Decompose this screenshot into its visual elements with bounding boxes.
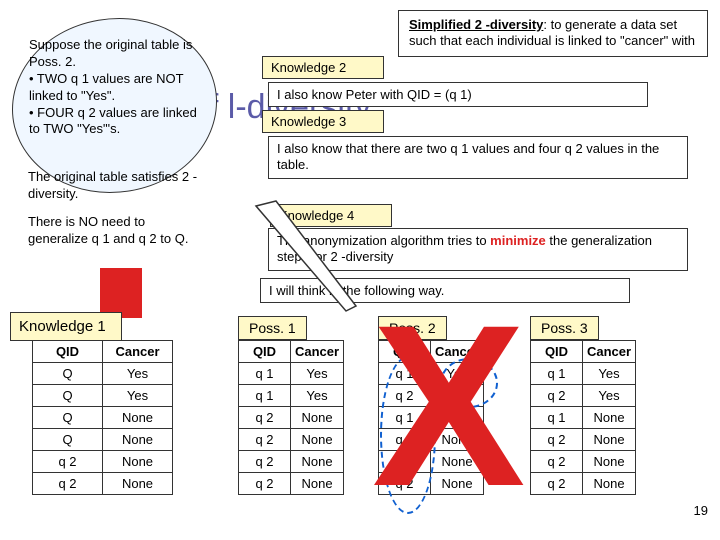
p1-r5c1: None — [291, 473, 344, 495]
p3-r5c0: q 2 — [531, 473, 583, 495]
table-poss-1: QIDCancer q 1Yes q 1Yes q 2None q 2None … — [238, 340, 344, 495]
table-poss-3: QIDCancer q 1Yes q 2Yes q 1None q 2None … — [530, 340, 636, 495]
k4-minimize: minimize — [490, 233, 546, 248]
p3-r3c0: q 2 — [531, 429, 583, 451]
p3-r1c0: q 2 — [531, 385, 583, 407]
bubble-line-3: • FOUR q 2 values are linked to TWO "Yes… — [29, 105, 200, 139]
p1-r2c1: None — [291, 407, 344, 429]
p1-r1c1: Yes — [291, 385, 344, 407]
t1-r2c1: None — [103, 407, 173, 429]
t1-r5c0: q 2 — [33, 473, 103, 495]
t1-h1: Cancer — [103, 341, 173, 363]
knowledge-3-text: I also know that there are two q 1 value… — [268, 136, 688, 179]
p1-r5c0: q 2 — [239, 473, 291, 495]
t1-r3c1: None — [103, 429, 173, 451]
bubble-line-2: • TWO q 1 values are NOT linked to "Yes"… — [29, 71, 200, 105]
p3-r0c0: q 1 — [531, 363, 583, 385]
p2-r5c1: None — [431, 473, 484, 495]
knowledge-1-label: Knowledge 1 — [10, 312, 122, 341]
poss-3-label: Poss. 3 — [530, 316, 599, 340]
highlight-oval-yes — [440, 358, 498, 408]
p1-r4c0: q 2 — [239, 451, 291, 473]
p1-r3c1: None — [291, 429, 344, 451]
p1-r0c1: Yes — [291, 363, 344, 385]
p1-r2c0: q 2 — [239, 407, 291, 429]
p3-r0c1: Yes — [583, 363, 636, 385]
knowledge-2-text: I also know Peter with QID = (q 1) — [268, 82, 648, 107]
t1-h0: QID — [33, 341, 103, 363]
t1-r1c1: Yes — [103, 385, 173, 407]
table-knowledge-1: QIDCancer QYes QYes QNone QNone q 2None … — [32, 340, 173, 495]
red-bar-icon — [100, 268, 142, 318]
t1-r3c0: Q — [33, 429, 103, 451]
t1-r0c1: Yes — [103, 363, 173, 385]
p1-r0c0: q 1 — [239, 363, 291, 385]
p3-h0: QID — [531, 341, 583, 363]
t1-r4c1: None — [103, 451, 173, 473]
knowledge-3-label: Knowledge 3 — [262, 110, 384, 133]
t1-r4c0: q 2 — [33, 451, 103, 473]
p2-r3c1: None — [431, 429, 484, 451]
poss-2-label: Poss. 2 — [378, 316, 447, 340]
poss-1-label: Poss. 1 — [238, 316, 307, 340]
p2-r2c1: None — [431, 407, 484, 429]
page-number: 19 — [694, 503, 708, 518]
highlight-oval-qid — [380, 356, 436, 514]
p2-r4c1: None — [431, 451, 484, 473]
p3-r1c1: Yes — [583, 385, 636, 407]
bubble-no-need: There is NO need to generalize q 1 and q… — [12, 210, 217, 252]
t1-r0c0: Q — [33, 363, 103, 385]
bubble-line-1: Suppose the original table is Poss. 2. — [29, 37, 200, 71]
p3-r2c0: q 1 — [531, 407, 583, 429]
knowledge-2-label: Knowledge 2 — [262, 56, 384, 79]
p3-r4c1: None — [583, 451, 636, 473]
bubble-satisfies: The original table satisfies 2 -diversit… — [12, 165, 217, 207]
simplified-title: Simplified 2 -diversity — [409, 17, 543, 32]
t1-r5c1: None — [103, 473, 173, 495]
p3-r2c1: None — [583, 407, 636, 429]
p3-r5c1: None — [583, 473, 636, 495]
callout-pointer — [246, 196, 366, 316]
p1-r4c1: None — [291, 451, 344, 473]
simplified-box: Simplified 2 -diversity: to generate a d… — [398, 10, 708, 57]
t1-r1c0: Q — [33, 385, 103, 407]
p3-h1: Cancer — [583, 341, 636, 363]
p1-h1: Cancer — [291, 341, 344, 363]
t1-r2c0: Q — [33, 407, 103, 429]
p1-h0: QID — [239, 341, 291, 363]
p3-r3c1: None — [583, 429, 636, 451]
p1-r1c0: q 1 — [239, 385, 291, 407]
p3-r4c0: q 2 — [531, 451, 583, 473]
p1-r3c0: q 2 — [239, 429, 291, 451]
